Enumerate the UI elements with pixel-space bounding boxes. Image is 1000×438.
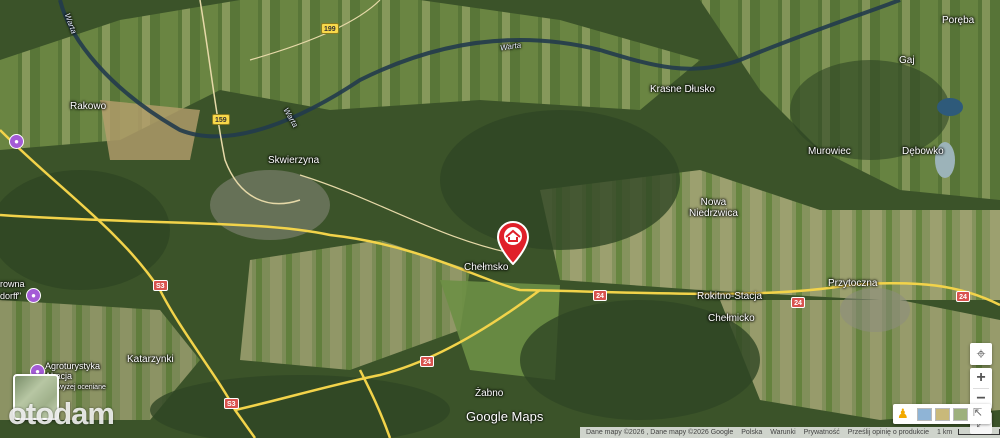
map-view[interactable]: Rakowo Skwierzyna Chełmsko Katarzynki Ża…: [0, 0, 1000, 438]
poi-icon[interactable]: ●: [26, 288, 41, 303]
label-debowko: Dębowko: [902, 146, 944, 157]
zoom-controls: + −: [970, 368, 992, 409]
road-shield-s3: S3: [224, 398, 239, 409]
site-logo: otodam: [8, 396, 115, 431]
map-attribution: Dane mapy ©2026 , Dane mapy ©2026 Google…: [580, 427, 1000, 438]
property-marker-icon[interactable]: [497, 221, 529, 265]
scale-bar: [958, 429, 1000, 436]
label-zabno: Żabno: [475, 388, 504, 399]
zoom-in-button[interactable]: +: [970, 368, 992, 388]
google-maps-logo: Google Maps: [466, 409, 544, 424]
label-poreba: Poręba: [942, 15, 975, 26]
terms-link[interactable]: Warunki: [770, 429, 795, 436]
label-chelmicko: Chełmicko: [708, 313, 755, 324]
road-shield-s3: S3: [153, 280, 168, 291]
label-katarzynki: Katarzynki: [127, 354, 174, 365]
scale-label: 1 km: [937, 429, 953, 436]
label-rowna: rowna: [0, 279, 25, 289]
label-skwierzyna: Skwierzyna: [268, 155, 320, 166]
label-gaj: Gaj: [899, 55, 915, 66]
map-data-credit: Dane mapy ©2026 , Dane mapy ©2026 Google: [586, 429, 734, 436]
road-shield-24: 24: [956, 291, 970, 302]
road-shield-159: 159: [212, 114, 230, 125]
street-view-strip[interactable]: ♟ ⇱: [893, 404, 991, 424]
road-shield-24: 24: [791, 297, 805, 308]
road-shield-199: 199: [321, 23, 339, 34]
poi-icon[interactable]: ●: [9, 134, 24, 149]
country-link[interactable]: Polska: [741, 429, 762, 436]
my-location-button[interactable]: ⌖: [970, 343, 992, 365]
imagery-thumb[interactable]: [917, 408, 932, 421]
label-murowiec: Murowiec: [808, 146, 851, 157]
label-krasne-dlusko: Krasne Dłusko: [650, 84, 716, 95]
label-nowa-niedrzwica: Nowa Niedrzwica: [689, 197, 738, 219]
label-rakowo: Rakowo: [70, 101, 107, 112]
imagery-thumb[interactable]: [935, 408, 950, 421]
label-agro-rating: wyżej oceniane: [58, 384, 106, 391]
privacy-link[interactable]: Prywatność: [804, 429, 840, 436]
expand-icon[interactable]: ⇱: [973, 406, 982, 419]
feedback-link[interactable]: Prześlij opinię o produkcie: [848, 429, 929, 436]
label-przytoczna: Przytoczna: [828, 278, 878, 289]
pegman-icon[interactable]: ♟: [897, 407, 909, 421]
label-rokitno-stacja: Rokitno-Stacja: [697, 291, 763, 302]
road-shield-24: 24: [593, 290, 607, 301]
road-shield-24: 24: [420, 356, 434, 367]
satellite-imagery: [0, 0, 1000, 438]
imagery-thumb[interactable]: [953, 408, 968, 421]
label-dorff: dorff": [0, 291, 22, 301]
